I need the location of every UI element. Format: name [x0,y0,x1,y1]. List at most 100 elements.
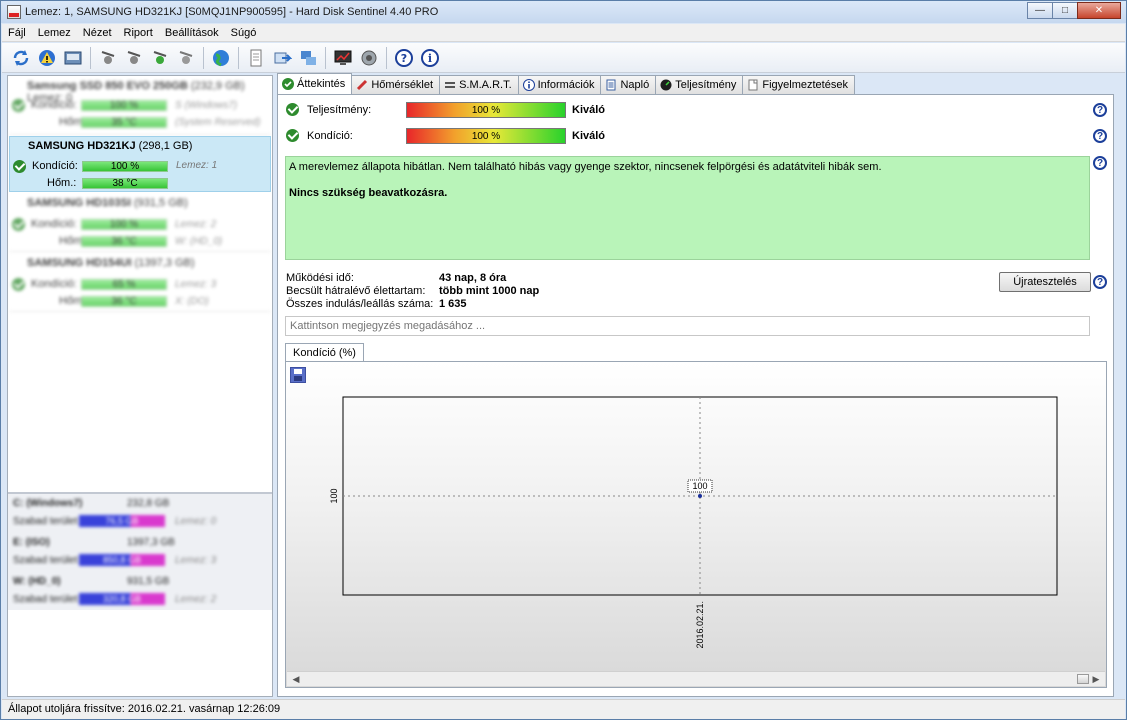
menu-bar: Fájl Lemez Nézet Riport Beállítások Súgó [2,24,1125,42]
help-icon[interactable]: ? [1093,129,1107,143]
menu-help[interactable]: Súgó [225,27,263,39]
sound-icon[interactable] [358,47,380,69]
info-icon [522,79,535,91]
condition-note: Lemez: 2 [175,219,217,230]
temp-note: (System Reserved) [175,117,261,128]
disk-title: SAMSUNG HD103SI (931,5 GB) [27,197,188,209]
menu-view[interactable]: Nézet [77,27,118,39]
alert-icon [747,79,759,91]
satellite-2-icon[interactable] [123,47,145,69]
uptime-label: Működési idő: [286,272,354,284]
check-icon [12,218,25,231]
smart-icon [444,79,456,91]
help-icon[interactable]: ? [393,47,415,69]
startstop-label: Összes indulás/leállás száma: [286,298,434,310]
partition-note: Lemez: 0 [175,516,217,527]
satellite-4-icon[interactable] [175,47,197,69]
tab-temperature[interactable]: Hőmérséklet [351,75,441,94]
minimize-button[interactable]: — [1027,2,1053,19]
condition-bar: 100 % [81,100,167,111]
tab-performance[interactable]: Teljesítmény [655,75,744,94]
tab-strip: Áttekintés Hőmérséklet S.M.A.R.T. Inform… [277,73,855,94]
free-space-label: Szabad terület [13,555,78,566]
disk-item[interactable]: Samsung SSD 850 EVO 250GB (232,9 GB) Lem… [9,77,271,135]
disk-title: SAMSUNG HD321KJ (298,1 GB) [28,140,193,152]
chart-tab-condition[interactable]: Kondíció (%) [285,343,364,362]
check-icon [286,103,299,116]
help-icon[interactable]: ? [1093,275,1107,289]
menu-settings[interactable]: Beállítások [159,27,225,39]
scroll-thumb[interactable] [1077,674,1089,684]
window-controls: — □ ✕ [1027,2,1121,19]
tab-information[interactable]: Információk [517,75,602,94]
info-icon[interactable]: i [419,47,441,69]
retest-button[interactable]: Újratesztelés [999,272,1091,292]
tab-label: Napló [620,79,650,91]
monitor-icon[interactable] [332,47,354,69]
overview-panel: Teljesítmény: 100 % Kiváló ? Kondíció: 1… [277,94,1114,697]
tab-overview[interactable]: Áttekintés [277,73,353,94]
drive-icon[interactable] [62,47,84,69]
alert-icon[interactable] [36,47,58,69]
condition-label: Kondíció: [31,218,77,230]
disk-list-panel: Samsung SSD 850 EVO 250GB (232,9 GB) Lem… [7,75,273,697]
scroll-left-icon[interactable]: ◀ [289,673,303,685]
tab-log[interactable]: Napló [600,75,657,94]
data-label: 100 [692,481,707,491]
chart-scrollbar[interactable]: ◀ ▶ [287,671,1105,686]
lifetime-label: Becsült hátralévő élettartam: [286,285,426,297]
condition-bar: 100 % [81,219,167,230]
status-action: Nincs szükség beavatkozásra. [289,187,448,199]
partition-note: Lemez: 2 [175,594,217,605]
title-bar: Lemez: 1, SAMSUNG HD321KJ [S0MQJ1NP90059… [1,1,1126,23]
maximize-button[interactable]: □ [1052,2,1078,19]
performance-label: Teljesítmény: [307,104,372,116]
partition-note: Lemez: 3 [175,555,217,566]
help-icon[interactable]: ? [1093,156,1107,170]
refresh-icon[interactable] [10,47,32,69]
disk-item[interactable]: SAMSUNG HD154UI (1397,3 GB) Kondíció: 65… [9,254,271,312]
menu-report[interactable]: Riport [118,27,159,39]
toolbar-separator [325,46,326,69]
partition-name: C: (Windows7) [13,498,83,509]
status-bar: Állapot utoljára frissítve: 2016.02.21. … [2,699,1125,719]
performance-rating: Kiváló [572,104,606,116]
menu-file[interactable]: Fájl [2,27,32,39]
partition-item[interactable]: W: (HD_0) 931,5 GB Szabad terület 320,8 … [9,574,271,612]
send-icon[interactable] [271,47,293,69]
network-icon[interactable] [297,47,319,69]
globe-icon[interactable] [210,47,232,69]
partition-item[interactable]: C: (Windows7) 232,8 GB Szabad terület 76… [9,496,271,534]
svg-text:?: ? [401,52,407,65]
note-input[interactable] [285,316,1090,336]
check-icon [12,99,25,112]
condition-label: Kondíció: [31,99,77,111]
satellite-3-icon[interactable] [149,47,171,69]
status-text: A merevlemez állapota hibátlan. Nem talá… [289,161,882,173]
tab-smart[interactable]: S.M.A.R.T. [439,75,519,94]
check-icon [12,278,25,291]
free-space-bar: 76,5 GB [79,515,165,527]
partition-name: W: (HD_0) [13,576,61,587]
report-icon[interactable] [245,47,267,69]
temp-label: Hőm.: [47,177,77,189]
satellite-1-icon[interactable] [97,47,119,69]
last-refresh-text: Állapot utoljára frissítve: 2016.02.21. … [8,703,281,715]
tab-alerts[interactable]: Figyelmeztetések [742,75,855,94]
toolbar-separator [90,46,91,69]
log-icon [605,79,617,91]
partition-size: 931,5 GB [127,576,170,587]
disk-item[interactable]: SAMSUNG HD103SI (931,5 GB) Kondíció: 100… [9,194,271,252]
partition-item[interactable]: E: (ISO) 1397,3 GB Szabad terület 850,8 … [9,535,271,573]
tab-label: Áttekintés [297,78,346,90]
check-icon [286,129,299,142]
uptime-value: 43 nap, 8 óra [439,272,507,284]
close-button[interactable]: ✕ [1077,2,1121,19]
scroll-right-icon[interactable]: ▶ [1089,673,1103,685]
condition-label: Kondíció: [32,160,78,172]
y-tick-label: 100 [329,488,339,503]
free-space-bar: 850,8 GB [79,554,165,566]
disk-item-selected[interactable]: SAMSUNG HD321KJ (298,1 GB) Kondíció: 100… [9,136,271,192]
help-icon[interactable]: ? [1093,103,1107,117]
menu-disk[interactable]: Lemez [32,27,77,39]
